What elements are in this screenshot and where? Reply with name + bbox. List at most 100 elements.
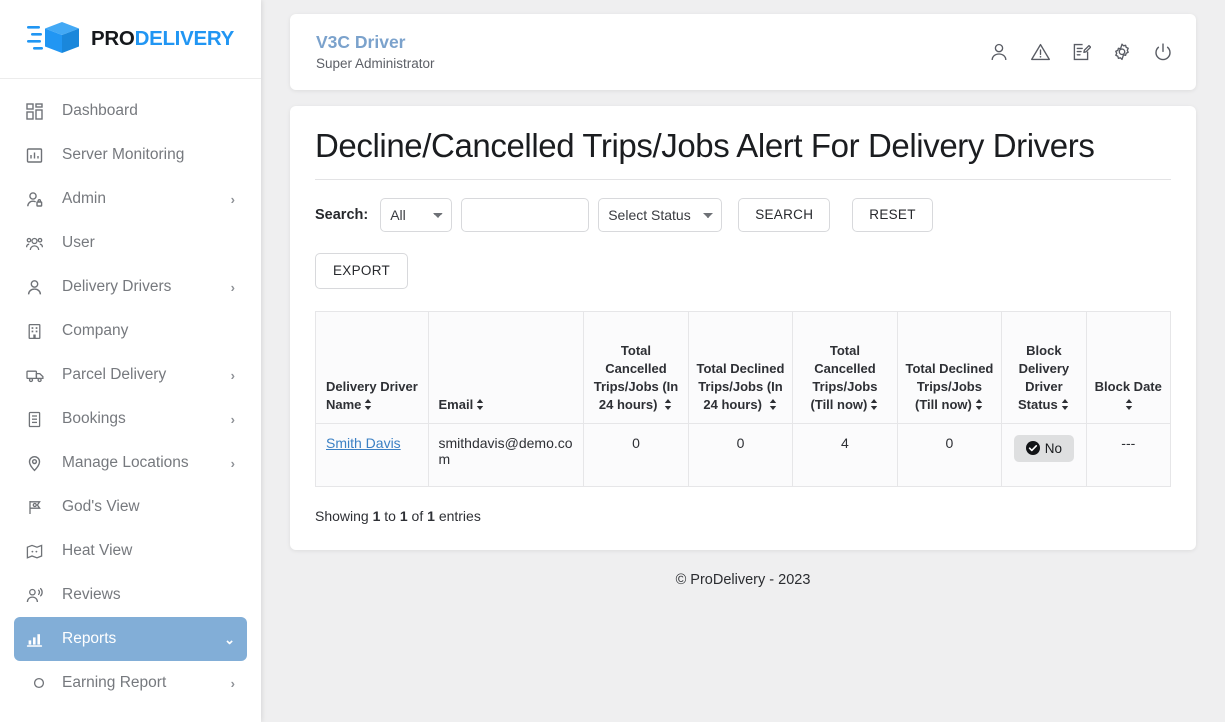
sidebar-item-earning-report[interactable]: Earning Report › bbox=[14, 661, 247, 705]
cell-block-date: --- bbox=[1085, 422, 1172, 487]
sidebar-item-server-monitoring[interactable]: Server Monitoring bbox=[14, 133, 247, 177]
chevron-right-icon: › bbox=[230, 367, 235, 383]
settings-gear-icon[interactable] bbox=[1111, 41, 1133, 63]
sidebar-item-manage-locations[interactable]: Manage Locations › bbox=[14, 441, 247, 485]
col-block-driver-status[interactable]: Block Delivery Driver Status bbox=[1001, 310, 1087, 424]
col-delivery-driver-name[interactable]: Delivery Driver Name bbox=[315, 310, 429, 424]
showing-total: 1 bbox=[427, 507, 435, 524]
sidebar-item-label: Reviews bbox=[62, 586, 121, 603]
export-button[interactable]: EXPORT bbox=[315, 252, 409, 289]
sidebar-item-reports[interactable]: Reports ⌄ bbox=[14, 617, 247, 661]
sidebar-item-label: Earning Report bbox=[62, 674, 167, 691]
sidebar-item-heat-view[interactable]: Heat View bbox=[14, 529, 247, 573]
sidebar-item-label: Delivery Drivers bbox=[62, 278, 172, 295]
footer-copyright: © ProDelivery - 2023 bbox=[675, 571, 811, 588]
profile-icon[interactable] bbox=[988, 41, 1010, 63]
col-total-cancelled-24h[interactable]: Total Cancelled Trips/Jobs (In 24 hours) bbox=[583, 310, 689, 424]
alert-triangle-icon[interactable] bbox=[1029, 41, 1051, 63]
sidebar-item-reviews[interactable]: Reviews bbox=[14, 573, 247, 617]
sidebar-item-user[interactable]: User bbox=[14, 221, 247, 265]
table-body: Smith Davis smithdavis@demo.com 0 0 4 0 bbox=[315, 422, 1172, 487]
sidebar-item-label: Bookings bbox=[62, 410, 126, 427]
sidebar-item-label: Company bbox=[62, 322, 129, 339]
sidebar-item-label: User bbox=[62, 234, 95, 251]
sort-icon[interactable] bbox=[769, 399, 778, 411]
col-block-date[interactable]: Block Date bbox=[1085, 310, 1172, 424]
report-card: Decline/Cancelled Trips/Jobs Alert For D… bbox=[290, 106, 1196, 550]
sidebar-item-label: Server Monitoring bbox=[62, 146, 185, 163]
map-heat-icon bbox=[26, 541, 52, 561]
showing-suffix: entries bbox=[438, 507, 481, 524]
delivery-box-icon bbox=[27, 18, 83, 61]
showing-from: 1 bbox=[372, 507, 381, 524]
cell-block-status: No bbox=[1001, 422, 1087, 487]
sort-icon[interactable] bbox=[364, 399, 373, 411]
sidebar: PRODELIVERY Dashboard Server Monitoring … bbox=[0, 0, 261, 722]
user-voice-icon bbox=[26, 585, 52, 605]
user-lock-icon bbox=[26, 189, 52, 209]
table-head: Delivery Driver Name Email Total Cancell… bbox=[315, 310, 1172, 424]
topbar-identity: V3C Driver Super Administrator bbox=[316, 32, 435, 72]
circle-bullet-icon bbox=[26, 673, 52, 693]
bar-chart-monitor-icon bbox=[26, 145, 52, 165]
sort-icon[interactable] bbox=[476, 399, 485, 411]
sort-icon[interactable] bbox=[975, 399, 984, 411]
chevron-right-icon: › bbox=[230, 455, 235, 471]
building-icon bbox=[26, 321, 52, 341]
sort-icon[interactable] bbox=[870, 399, 879, 411]
search-button[interactable]: SEARCH bbox=[738, 197, 831, 232]
showing-mid: to bbox=[384, 507, 396, 524]
edit-document-icon[interactable] bbox=[1070, 41, 1092, 63]
status-select[interactable]: Select Status bbox=[598, 197, 723, 232]
topbar-title: V3C Driver bbox=[316, 31, 406, 52]
showing-prefix: Showing bbox=[315, 507, 369, 524]
power-logout-icon[interactable] bbox=[1152, 41, 1174, 63]
col-total-declined-till-now[interactable]: Total Declined Trips/Jobs (Till now) bbox=[896, 310, 1003, 424]
sidebar-item-gods-view[interactable]: God's View bbox=[14, 485, 247, 529]
chevron-right-icon: › bbox=[230, 675, 235, 691]
chevron-right-icon: › bbox=[230, 191, 235, 207]
sidebar-item-label: Dashboard bbox=[62, 102, 138, 119]
map-pin-flag-icon bbox=[26, 497, 52, 517]
driver-name-link[interactable]: Smith Davis bbox=[326, 435, 401, 451]
brand-logo[interactable]: PRODELIVERY bbox=[0, 0, 261, 79]
sort-icon[interactable] bbox=[1061, 399, 1070, 411]
sidebar-item-parcel-delivery[interactable]: Parcel Delivery › bbox=[14, 353, 247, 397]
cell-cancelled-total: 4 bbox=[792, 422, 898, 487]
col-label: Block Date bbox=[1094, 379, 1162, 395]
sidebar-item-dashboard[interactable]: Dashboard bbox=[14, 89, 247, 133]
search-label: Search: bbox=[315, 206, 369, 223]
sidebar-item-company[interactable]: Company bbox=[14, 309, 247, 353]
col-total-cancelled-till-now[interactable]: Total Cancelled Trips/Jobs (Till now) bbox=[792, 310, 898, 424]
app-root: PRODELIVERY Dashboard Server Monitoring … bbox=[0, 0, 1225, 722]
page-title: Decline/Cancelled Trips/Jobs Alert For D… bbox=[315, 127, 1171, 180]
map-pin-icon bbox=[26, 453, 52, 473]
col-email[interactable]: Email bbox=[427, 310, 585, 424]
brand-name-primary: PRO bbox=[91, 27, 135, 50]
col-total-declined-24h[interactable]: Total Declined Trips/Jobs (In 24 hours) bbox=[687, 310, 794, 424]
reset-button[interactable]: RESET bbox=[852, 197, 933, 232]
user-icon bbox=[26, 277, 52, 297]
sidebar-item-delivery-drivers[interactable]: Delivery Drivers › bbox=[14, 265, 247, 309]
status-badge[interactable]: No bbox=[1013, 434, 1074, 462]
search-type-select[interactable]: All bbox=[380, 197, 453, 232]
sort-icon[interactable] bbox=[1125, 399, 1134, 411]
users-group-icon bbox=[26, 233, 52, 253]
sort-icon[interactable] bbox=[664, 399, 673, 411]
report-table: Delivery Driver Name Email Total Cancell… bbox=[315, 310, 1172, 487]
table-row: Smith Davis smithdavis@demo.com 0 0 4 0 bbox=[315, 422, 1172, 487]
sidebar-item-label: God's View bbox=[62, 498, 140, 515]
search-toolbar: Search: All Select Status SEARCH RESET bbox=[315, 197, 1171, 232]
bar-chart-icon bbox=[26, 629, 52, 649]
table-header-row: Delivery Driver Name Email Total Cancell… bbox=[315, 310, 1172, 424]
search-input[interactable] bbox=[461, 197, 590, 232]
sidebar-item-admin[interactable]: Admin › bbox=[14, 177, 247, 221]
topbar-subtitle: Super Administrator bbox=[316, 55, 435, 71]
sidebar-item-label: Heat View bbox=[62, 542, 133, 559]
document-list-icon bbox=[26, 409, 52, 429]
sidebar-item-bookings[interactable]: Bookings › bbox=[14, 397, 247, 441]
sidebar-nav: Dashboard Server Monitoring Admin › User… bbox=[0, 79, 261, 722]
status-badge-label: No bbox=[1044, 440, 1062, 456]
showing-of: of bbox=[411, 507, 424, 524]
cell-driver-name: Smith Davis bbox=[315, 422, 429, 487]
